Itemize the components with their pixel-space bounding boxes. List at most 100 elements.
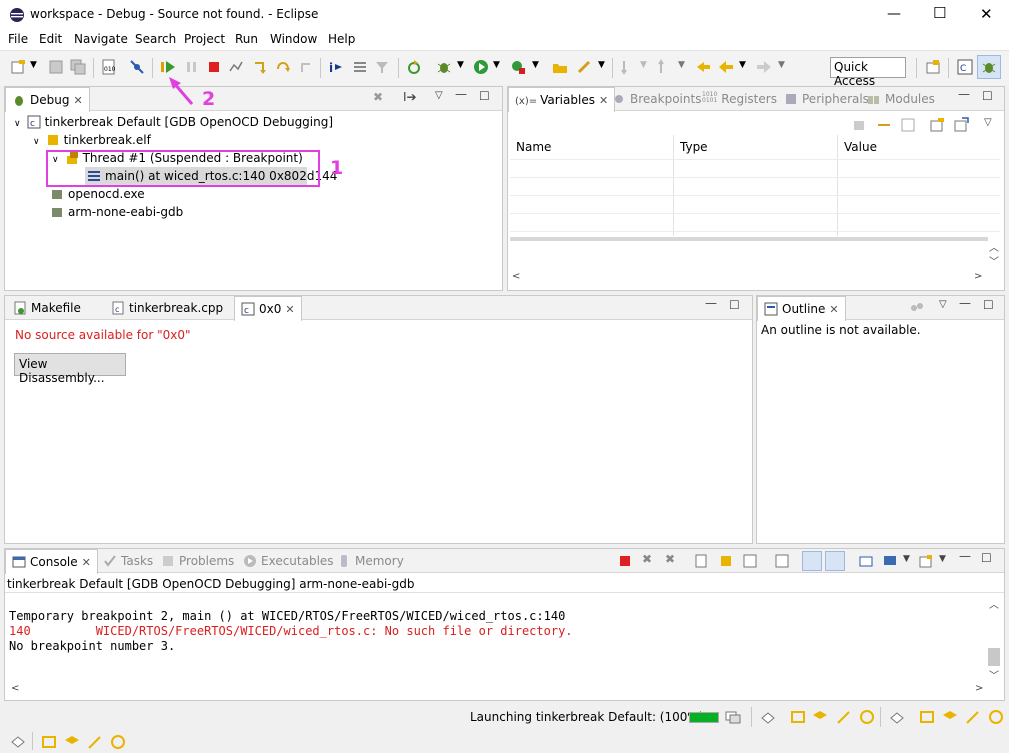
view-menu-icon[interactable]: ▽ xyxy=(435,90,443,101)
trim-stack-icon[interactable] xyxy=(889,710,905,724)
expand-chevron-icon[interactable]: ∨ xyxy=(33,137,40,147)
progress-view-icon[interactable] xyxy=(725,710,741,724)
minimize-view-icon[interactable]: — xyxy=(959,296,971,310)
tab-makefile[interactable]: Makefile xyxy=(7,296,87,320)
last-edit-icon[interactable] xyxy=(695,59,711,75)
console-new-dropdown-icon[interactable]: ▼ xyxy=(939,554,946,564)
forward-icon[interactable] xyxy=(756,59,772,75)
instruction-stepping-icon[interactable]: i xyxy=(328,59,344,75)
menu-edit[interactable]: Edit xyxy=(39,32,62,46)
forward-dropdown-icon[interactable]: ▼ xyxy=(778,60,785,70)
column-type[interactable]: Type xyxy=(680,140,708,154)
menu-file[interactable]: File xyxy=(8,32,28,46)
maximize-view-icon[interactable]: ☐ xyxy=(479,89,490,103)
step-into-icon[interactable] xyxy=(252,59,268,75)
back-dropdown-icon[interactable]: ▼ xyxy=(739,60,746,70)
quick-access-input[interactable]: Quick Access xyxy=(830,57,906,88)
tab-breakpoints[interactable]: Breakpoints xyxy=(606,87,707,111)
tab-variables[interactable]: (x)= Variables ✕ xyxy=(508,87,616,112)
close-outline-tab-icon[interactable]: ✕ xyxy=(829,303,838,316)
step-return-icon[interactable] xyxy=(298,59,314,75)
debug-dropdown-icon[interactable]: ▼ xyxy=(457,60,464,70)
close-console-tab-icon[interactable]: ✕ xyxy=(82,556,91,569)
skip-breakpoints-icon[interactable] xyxy=(129,59,145,75)
menu-navigate[interactable]: Navigate xyxy=(74,32,128,46)
console-open-icon[interactable] xyxy=(883,554,897,568)
instruction-step-view-icon[interactable]: I➔ xyxy=(403,90,417,104)
open-folder-icon[interactable] xyxy=(552,59,568,75)
tree-elf[interactable]: ∨ tinkerbreak.elf xyxy=(33,133,151,147)
binary-icon[interactable]: 010 xyxy=(101,59,117,75)
console-word-wrap-icon[interactable] xyxy=(743,554,757,568)
scroll-right-icon[interactable]: > xyxy=(975,683,983,694)
column-name[interactable]: Name xyxy=(516,140,551,154)
cpp-perspective-icon[interactable]: C xyxy=(957,59,973,75)
trim-book-icon[interactable] xyxy=(41,734,57,750)
tab-memory[interactable]: Memory xyxy=(331,549,410,573)
tab-tasks[interactable]: Tasks xyxy=(97,549,159,573)
minimize-view-icon[interactable]: — xyxy=(455,87,467,101)
tree-launch[interactable]: ∨ c tinkerbreak Default [GDB OpenOCD Debug… xyxy=(14,115,333,129)
scroll-up-icon[interactable]: ︿ xyxy=(989,239,999,254)
trim-cap-icon[interactable] xyxy=(64,734,80,750)
run-icon[interactable] xyxy=(473,59,489,75)
maximize-editor-icon[interactable]: ☐ xyxy=(729,298,740,312)
scroll-down-icon[interactable]: ﹀ xyxy=(989,667,999,682)
close-debug-tab-icon[interactable]: ✕ xyxy=(73,94,82,107)
pen-icon[interactable] xyxy=(576,59,592,75)
view-disassembly-button[interactable]: View Disassembly... xyxy=(14,353,126,385)
trim-help-icon[interactable] xyxy=(110,734,126,750)
save-icon[interactable] xyxy=(48,59,64,75)
variables-new-icon[interactable] xyxy=(929,117,945,133)
menu-run[interactable]: Run xyxy=(235,32,258,46)
variables-collapse-all-icon[interactable] xyxy=(900,117,916,133)
pen-dropdown-icon[interactable]: ▼ xyxy=(598,60,605,70)
scroll-left-icon[interactable]: < xyxy=(11,683,19,694)
minimize-view-icon[interactable]: — xyxy=(958,87,970,101)
minimize-editor-icon[interactable]: — xyxy=(705,296,717,310)
tab-console[interactable]: Console ✕ xyxy=(5,549,98,574)
show-console-on-stdout-button[interactable] xyxy=(802,551,822,571)
trim-wand-icon[interactable] xyxy=(965,709,981,725)
show-console-on-stderr-button[interactable] xyxy=(825,551,845,571)
trim-help-icon[interactable] xyxy=(859,709,875,725)
variables-view-menu-icon[interactable]: ▽ xyxy=(984,117,992,128)
tree-openocd[interactable]: openocd.exe xyxy=(50,187,145,201)
step-over-icon[interactable] xyxy=(275,59,291,75)
trim-help-icon[interactable] xyxy=(988,709,1004,725)
outline-view-menu-icon[interactable]: ▽ xyxy=(939,299,947,310)
external-tools-icon[interactable] xyxy=(510,59,526,75)
tab-0x0[interactable]: c 0x0 ✕ xyxy=(234,296,302,321)
tab-modules[interactable]: Modules xyxy=(861,87,941,111)
scroll-right-icon[interactable]: > xyxy=(974,271,982,282)
trim-cap-icon[interactable] xyxy=(812,709,828,725)
minimize-view-icon[interactable]: — xyxy=(959,549,971,563)
console-pin-icon[interactable] xyxy=(775,554,789,568)
vertical-scrollbar-thumb[interactable] xyxy=(988,648,1000,666)
remove-terminated-icon[interactable]: ✖ xyxy=(373,90,383,104)
use-step-filters-icon[interactable] xyxy=(374,59,390,75)
maximize-view-icon[interactable]: ☐ xyxy=(982,89,993,103)
horizontal-scrollbar-thumb[interactable] xyxy=(510,237,988,241)
minimize-icon[interactable]: — xyxy=(887,6,901,22)
drop-frame-icon[interactable] xyxy=(352,59,368,75)
tab-problems[interactable]: Problems xyxy=(155,549,240,573)
console-remove-icon[interactable]: ✖ xyxy=(642,552,652,566)
trim-wand-icon[interactable] xyxy=(836,709,852,725)
console-new-icon[interactable] xyxy=(919,554,933,568)
debug-perspective-button[interactable] xyxy=(977,55,1001,79)
debug-refresh-icon[interactable] xyxy=(406,59,422,75)
close-0x0-tab-icon[interactable]: ✕ xyxy=(285,303,294,316)
close-icon[interactable]: ✕ xyxy=(980,5,993,23)
prev-annotation-icon[interactable] xyxy=(657,59,673,75)
tab-debug[interactable]: Debug ✕ xyxy=(5,87,90,112)
trim-stack-icon[interactable] xyxy=(760,710,776,724)
scroll-left-icon[interactable]: < xyxy=(512,271,520,282)
tab-tinkerbreak-cpp[interactable]: c tinkerbreak.cpp xyxy=(105,296,229,320)
new-dropdown-icon[interactable]: ▼ xyxy=(30,60,37,70)
menu-window[interactable]: Window xyxy=(270,32,317,46)
tab-executables[interactable]: Executables xyxy=(237,549,340,573)
maximize-view-icon[interactable]: ☐ xyxy=(981,551,992,565)
console-remove-all-icon[interactable]: ✖ xyxy=(665,552,675,566)
trim-wand-icon[interactable] xyxy=(87,734,103,750)
